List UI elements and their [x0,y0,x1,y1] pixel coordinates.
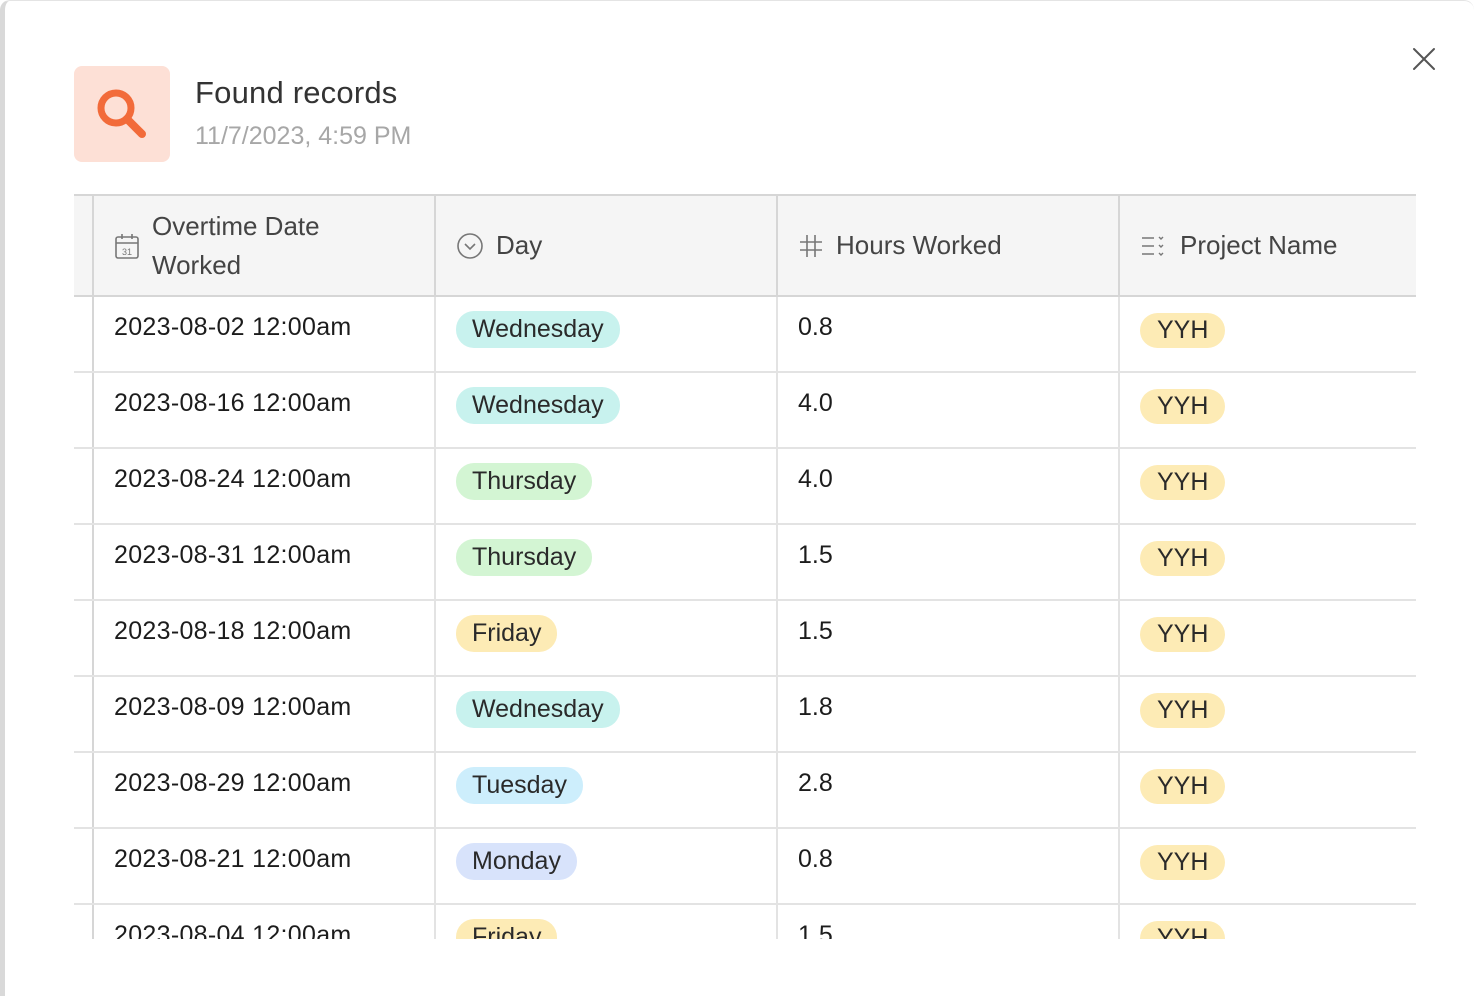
cell-date[interactable]: 2023-08-02 12:00am [93,296,436,373]
table-row[interactable]: 2023-08-21 12:00am Monday 0.8 YYH [74,828,1416,905]
column-header-hours[interactable]: Hours Worked [777,196,1120,297]
search-icon [97,89,146,138]
cell-day[interactable]: Thursday [435,448,778,525]
column-label-project: Project Name [1180,230,1338,260]
project-tag: YYH [1140,541,1226,576]
table-row[interactable]: 2023-08-29 12:00am Tuesday 2.8 YYH [74,752,1416,829]
cell-project[interactable]: YYH [1119,524,1416,601]
column-header-project[interactable]: Project Name [1119,196,1416,297]
day-tag: Thursday [456,463,593,500]
cell-date[interactable]: 2023-08-29 12:00am [93,752,436,829]
cell-date[interactable]: 2023-08-18 12:00am [93,600,436,677]
table-row[interactable]: 2023-08-31 12:00am Thursday 1.5 YYH [74,524,1416,601]
cell-project[interactable]: YYH [1119,372,1416,449]
cell-date[interactable]: 2023-08-09 12:00am [93,676,436,753]
table-row[interactable]: 2023-08-04 12:00am Friday 1.5 YYH [74,904,1416,939]
day-tag: Friday [456,919,558,939]
cell-date[interactable]: 2023-08-31 12:00am [93,524,436,601]
row-gutter [74,676,94,753]
cell-hours[interactable]: 1.5 [777,524,1120,601]
column-label-date: Overtime Date Worked [152,210,320,280]
project-tag: YYH [1140,313,1226,348]
row-gutter [74,296,94,373]
dialog-title: Found records [195,75,398,110]
row-gutter [74,904,94,939]
table-row[interactable]: 2023-08-24 12:00am Thursday 4.0 YYH [74,448,1416,525]
cell-project[interactable]: YYH [1119,828,1416,905]
cell-date[interactable]: 2023-08-16 12:00am [93,372,436,449]
table-row[interactable]: 2023-08-16 12:00am Wednesday 4.0 YYH [74,372,1416,449]
day-tag: Tuesday [456,767,583,804]
cell-day[interactable]: Friday [435,904,778,939]
row-gutter [74,600,94,677]
table-row[interactable]: 2023-08-18 12:00am Friday 1.5 YYH [74,600,1416,677]
row-gutter [74,828,94,905]
day-tag: Wednesday [456,311,620,348]
day-tag: Wednesday [456,691,620,728]
cell-day[interactable]: Wednesday [435,296,778,373]
row-gutter-header [74,196,94,297]
project-tag: YYH [1140,921,1226,939]
calendar-icon: 31 [115,233,139,259]
project-tag: YYH [1140,845,1226,880]
project-tag: YYH [1140,465,1226,500]
day-tag: Friday [456,615,558,652]
cell-hours[interactable]: 2.8 [777,752,1120,829]
cell-project[interactable]: YYH [1119,676,1416,753]
dialog-timestamp: 11/7/2023, 4:59 PM [195,122,412,150]
table-header-row: 31 Overtime Date Worked Day Hours Worked… [74,196,1416,297]
column-header-date[interactable]: 31 Overtime Date Worked [93,196,436,297]
column-header-day[interactable]: Day [435,196,778,297]
cell-date[interactable]: 2023-08-21 12:00am [93,828,436,905]
row-gutter [74,524,94,601]
column-label-day: Day [496,230,543,260]
cell-hours[interactable]: 0.8 [777,828,1120,905]
day-tag: Monday [456,843,577,880]
list-icon [1142,236,1164,256]
close-icon[interactable] [1412,47,1436,71]
project-tag: YYH [1140,389,1226,424]
project-tag: YYH [1140,693,1226,728]
cell-day[interactable]: Wednesday [435,372,778,449]
table-row[interactable]: 2023-08-02 12:00am Wednesday 0.8 YYH [74,296,1416,373]
chevron-circle-icon [457,232,483,259]
row-gutter [74,372,94,449]
day-tag: Wednesday [456,387,620,424]
records-table[interactable]: 31 Overtime Date Worked Day Hours Worked… [74,194,1416,939]
cell-hours[interactable]: 4.0 [777,448,1120,525]
svg-text:31: 31 [122,247,132,257]
project-tag: YYH [1140,769,1226,804]
cell-hours[interactable]: 4.0 [777,372,1120,449]
cell-date[interactable]: 2023-08-04 12:00am [93,904,436,939]
cell-project[interactable]: YYH [1119,600,1416,677]
close-button[interactable] [1409,44,1439,74]
table-row[interactable]: 2023-08-09 12:00am Wednesday 1.8 YYH [74,676,1416,753]
row-gutter [74,752,94,829]
cell-hours[interactable]: 1.5 [777,904,1120,939]
cell-day[interactable]: Tuesday [435,752,778,829]
cell-day[interactable]: Friday [435,600,778,677]
cell-day[interactable]: Thursday [435,524,778,601]
project-tag: YYH [1140,617,1226,652]
cell-date[interactable]: 2023-08-24 12:00am [93,448,436,525]
cell-day[interactable]: Monday [435,828,778,905]
day-tag: Thursday [456,539,593,576]
hash-icon [800,234,822,257]
cell-day[interactable]: Wednesday [435,676,778,753]
cell-project[interactable]: YYH [1119,448,1416,525]
cell-hours[interactable]: 1.5 [777,600,1120,677]
cell-project[interactable]: YYH [1119,904,1416,939]
cell-project[interactable]: YYH [1119,296,1416,373]
cell-project[interactable]: YYH [1119,752,1416,829]
cell-hours[interactable]: 1.8 [777,676,1120,753]
search-icon-tile [74,66,170,162]
found-records-dialog: Found records 11/7/2023, 4:59 PM 31 Over… [0,0,1474,996]
column-label-hours: Hours Worked [836,230,1002,260]
cell-hours[interactable]: 0.8 [777,296,1120,373]
row-gutter [74,448,94,525]
